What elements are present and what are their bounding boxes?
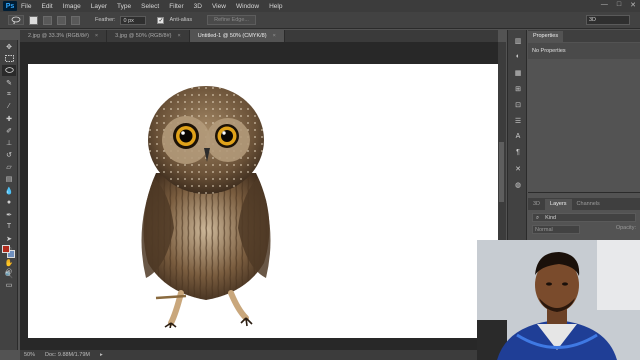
marquee-tool-icon[interactable] (2, 53, 16, 64)
color-swatches[interactable] (2, 245, 16, 259)
eyedropper-tool-icon[interactable]: ⁄ (2, 101, 16, 112)
dodge-tool-icon[interactable]: ● (2, 197, 16, 208)
photoshop-logo: Ps (3, 1, 17, 11)
minimize-button[interactable]: — (601, 1, 608, 9)
intersect-selection-button[interactable] (71, 15, 80, 25)
refine-edge-button[interactable]: Refine Edge... (207, 15, 256, 25)
menu-window[interactable]: Window (236, 3, 259, 10)
canvas-area[interactable] (20, 42, 498, 350)
history-icon[interactable]: ▥ (511, 35, 525, 46)
menu-3d[interactable]: 3D (194, 3, 202, 10)
tools-preset-icon[interactable]: ✕ (511, 163, 525, 174)
quick-select-tool-icon[interactable]: ✎ (2, 77, 16, 88)
subtract-selection-button[interactable] (57, 15, 66, 25)
feather-label: Feather: (95, 17, 116, 23)
menu-layer[interactable]: Layer (91, 3, 107, 10)
document-tabs: 2.jpg @ 33.3% (RGB/8#) × 3.jpg @ 50% (RGB… (20, 30, 498, 42)
3d-icon[interactable]: ◍ (511, 179, 525, 190)
pen-tool-icon[interactable]: ✒ (2, 209, 16, 220)
workspace-select[interactable]: 3D (586, 15, 630, 25)
scrollbar-thumb[interactable] (499, 142, 504, 202)
tab-3-jpg[interactable]: 3.jpg @ 50% (RGB/8#) × (107, 30, 190, 42)
clone-stamp-tool-icon[interactable]: ⊥ (2, 137, 16, 148)
tab-3d[interactable]: 3D (528, 199, 545, 210)
tab-properties[interactable]: Properties (528, 31, 564, 42)
webcam-overlay (477, 240, 640, 360)
zoom-level[interactable]: 50% (24, 352, 35, 358)
close-tab-icon[interactable]: × (177, 33, 180, 39)
swatches-icon[interactable]: ▦ (511, 67, 525, 78)
document-canvas[interactable] (28, 64, 498, 338)
tools-panel: ✥ ✎ ⌗ ⁄ ✚ ✐ ⊥ ↺ ▱ ▤ 💧 ● ✒ T ➤ □ ✋ 🔍 ··· … (0, 40, 18, 350)
tab-label: 2.jpg @ 33.3% (RGB/8#) (28, 33, 89, 39)
feather-input[interactable]: 0 px (120, 15, 147, 25)
history-brush-tool-icon[interactable]: ↺ (2, 149, 16, 160)
tab-2-jpg[interactable]: 2.jpg @ 33.3% (RGB/8#) × (20, 30, 108, 42)
no-properties-text: No Properties (528, 43, 640, 59)
layers-panel: 3D Layers Channels ⌕ Kind Normal Opacity… (528, 198, 640, 240)
adjustments-icon[interactable]: ⊞ (511, 83, 525, 94)
lasso-tool-icon[interactable] (2, 65, 16, 76)
tab-layers[interactable]: Layers (545, 199, 572, 210)
antialias-label: Anti-alias (169, 17, 193, 23)
layers-header: 3D Layers Channels (528, 198, 640, 210)
tool-preset-picker[interactable] (8, 15, 24, 25)
properties-header: Properties (528, 30, 640, 42)
menu-view[interactable]: View (212, 3, 226, 10)
tab-untitled-1[interactable]: Untitled-1 @ 50% (CMYK/8) × (189, 30, 285, 42)
close-button[interactable]: ✕ (630, 1, 636, 9)
layers-blend-row: Normal Opacity: (532, 225, 636, 234)
tab-label: Untitled-1 @ 50% (CMYK/8) (197, 33, 267, 39)
blend-mode-select[interactable]: Normal (532, 225, 580, 234)
status-menu-arrow[interactable]: ▸ (100, 352, 103, 358)
character-icon[interactable]: A (511, 131, 525, 142)
menu-type[interactable]: Type (117, 3, 131, 10)
styles-icon[interactable]: ⊡ (511, 99, 525, 110)
eraser-tool-icon[interactable]: ▱ (2, 161, 16, 172)
crop-tool-icon[interactable]: ⌗ (2, 89, 16, 100)
foreground-color-swatch[interactable] (2, 245, 10, 253)
gradient-tool-icon[interactable]: ▤ (2, 173, 16, 184)
blur-tool-icon[interactable]: 💧 (2, 185, 16, 196)
filter-kind[interactable]: Kind (545, 214, 556, 221)
type-tool-icon[interactable]: T (2, 221, 16, 232)
search-icon: ⌕ (536, 215, 540, 221)
brush-presets-icon[interactable]: ☰ (511, 115, 525, 126)
brush-tool-icon[interactable]: ✐ (2, 125, 16, 136)
properties-panel: Properties No Properties (528, 30, 640, 193)
menu-file[interactable]: File (21, 3, 31, 10)
doc-info: Doc: 9.88M/1.79M (45, 352, 90, 358)
quick-mask-icon[interactable]: ◎ (2, 265, 16, 276)
maximize-button[interactable]: □ (617, 1, 621, 9)
close-tab-icon[interactable]: × (273, 33, 276, 39)
new-selection-button[interactable] (29, 15, 38, 25)
menu-bar: Ps File Edit Image Layer Type Select Fil… (0, 0, 640, 12)
menu-select[interactable]: Select (141, 3, 159, 10)
menu-image[interactable]: Image (63, 3, 81, 10)
close-tab-icon[interactable]: × (95, 33, 98, 39)
paragraph-icon[interactable]: ¶ (511, 147, 525, 158)
screen-mode-icon[interactable]: ▭ (2, 279, 16, 290)
add-selection-button[interactable] (43, 15, 52, 25)
options-bar: Feather: 0 px ✓ Anti-alias Refine Edge..… (0, 12, 640, 29)
presenter-video (477, 240, 640, 360)
path-select-tool-icon[interactable]: ➤ (2, 233, 16, 244)
tab-channels[interactable]: Channels (572, 199, 605, 210)
owl-image (141, 86, 271, 328)
menu-filter[interactable]: Filter (169, 3, 183, 10)
menu-help[interactable]: Help (269, 3, 282, 10)
tab-label: 3.jpg @ 50% (RGB/8#) (115, 33, 172, 39)
antialias-checkbox[interactable]: ✓ (157, 16, 165, 24)
window-controls: — □ ✕ (601, 1, 636, 9)
move-tool-icon[interactable]: ✥ (2, 41, 16, 52)
menu-edit[interactable]: Edit (41, 3, 52, 10)
status-bar: 50% Doc: 9.88M/1.79M ▸ (20, 350, 498, 360)
layers-filter[interactable]: ⌕ Kind (532, 213, 636, 222)
color-icon[interactable]: ◐ (511, 51, 525, 62)
opacity-label: Opacity: (615, 225, 636, 231)
lasso-icon (11, 16, 21, 24)
healing-brush-tool-icon[interactable]: ✚ (2, 113, 16, 124)
